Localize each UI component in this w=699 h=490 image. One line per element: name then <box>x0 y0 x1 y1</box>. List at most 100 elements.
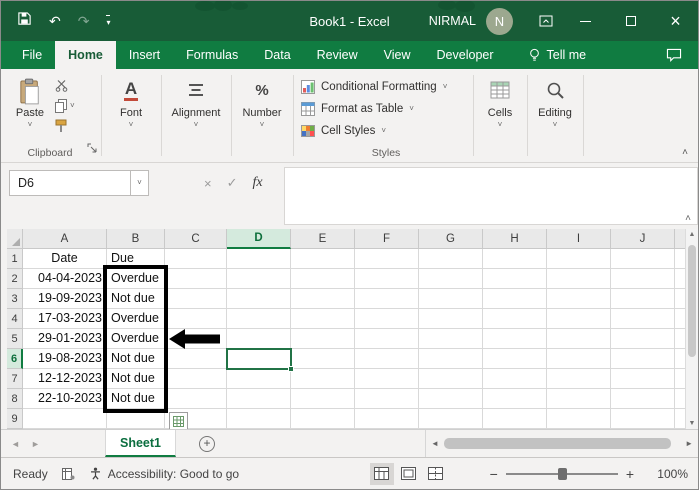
tab-formulas[interactable]: Formulas <box>173 41 251 69</box>
tab-data[interactable]: Data <box>251 41 303 69</box>
cell-a1[interactable]: Date <box>23 249 107 269</box>
zoom-in-button[interactable]: + <box>618 466 642 482</box>
cell[interactable] <box>291 309 355 329</box>
user-name[interactable]: NIRMAL <box>429 14 476 28</box>
scroll-up-icon[interactable]: ▲ <box>686 231 698 238</box>
font-group-button[interactable]: A Font ˅ <box>103 76 159 129</box>
cell[interactable] <box>547 249 611 269</box>
fill-handle[interactable] <box>288 366 294 372</box>
cell[interactable] <box>165 249 227 269</box>
tell-me-box[interactable]: Tell me <box>517 41 599 69</box>
cell[interactable] <box>483 289 547 309</box>
zoom-slider[interactable] <box>506 467 618 481</box>
cell[interactable] <box>227 409 291 429</box>
cells-group-button[interactable]: Cells ˅ <box>475 76 525 129</box>
cell-a5[interactable]: 29-01-2023 <box>23 329 107 349</box>
cell[interactable] <box>547 389 611 409</box>
ribbon-display-options-icon[interactable] <box>529 1 563 41</box>
collapse-ribbon-icon[interactable]: ˄ <box>682 147 688 158</box>
cell[interactable] <box>611 329 675 349</box>
column-header-c[interactable]: C <box>165 229 227 249</box>
new-sheet-button[interactable]: + <box>199 436 215 452</box>
cancel-icon[interactable]: × <box>204 176 212 191</box>
cut-button[interactable] <box>55 78 75 93</box>
cell[interactable] <box>419 369 483 389</box>
cell[interactable] <box>227 249 291 269</box>
cell-a6[interactable]: 19-08-2023 <box>23 349 107 369</box>
row-number[interactable]: 6 <box>7 349 23 369</box>
horizontal-scrollbar[interactable]: ◄ ► <box>425 430 698 457</box>
cell[interactable] <box>291 409 355 429</box>
vertical-scrollbar[interactable]: ▲ ▼ <box>685 229 698 429</box>
column-header-g[interactable]: G <box>419 229 483 249</box>
cell[interactable] <box>611 349 675 369</box>
maximize-button[interactable] <box>608 1 653 41</box>
column-header-j[interactable]: J <box>611 229 675 249</box>
tab-home[interactable]: Home <box>55 41 116 69</box>
cell[interactable] <box>355 409 419 429</box>
cell[interactable] <box>227 269 291 289</box>
insert-function-button[interactable]: fx <box>253 175 263 191</box>
previous-sheet-icon[interactable]: ◄ <box>11 430 20 457</box>
cell-a3[interactable]: 19-09-2023 <box>23 289 107 309</box>
cell[interactable] <box>165 289 227 309</box>
tab-file[interactable]: File <box>9 41 55 69</box>
name-box-dropdown-icon[interactable]: ˅ <box>131 170 149 196</box>
row-number[interactable]: 4 <box>7 309 23 329</box>
close-button[interactable]: × <box>653 1 698 41</box>
zoom-level[interactable]: 100% <box>648 467 688 481</box>
sheet-tab-sheet1[interactable]: Sheet1 <box>105 430 176 457</box>
conditional-formatting-button[interactable]: Conditional Formatting ˅ <box>301 76 471 98</box>
cell[interactable] <box>355 249 419 269</box>
cell[interactable] <box>165 369 227 389</box>
cell[interactable] <box>291 249 355 269</box>
cell[interactable] <box>611 289 675 309</box>
column-header-a[interactable]: A <box>23 229 107 249</box>
scroll-left-icon[interactable]: ◄ <box>426 439 444 448</box>
minimize-button[interactable] <box>563 1 608 41</box>
cell[interactable] <box>419 329 483 349</box>
cell[interactable] <box>355 309 419 329</box>
cell[interactable] <box>547 409 611 429</box>
cell[interactable] <box>547 309 611 329</box>
cell[interactable] <box>355 289 419 309</box>
cell[interactable] <box>227 309 291 329</box>
column-header-d[interactable]: D <box>227 229 291 249</box>
cell[interactable] <box>483 269 547 289</box>
cell-a2[interactable]: 04-04-2023 <box>23 269 107 289</box>
cell-a7[interactable]: 12-12-2023 <box>23 369 107 389</box>
selected-cell-outline[interactable] <box>226 348 292 370</box>
cell[interactable] <box>291 289 355 309</box>
cell[interactable] <box>165 349 227 369</box>
cell[interactable] <box>483 349 547 369</box>
cell[interactable] <box>611 249 675 269</box>
cell[interactable] <box>611 309 675 329</box>
next-sheet-icon[interactable]: ► <box>31 430 40 457</box>
clipboard-dialog-launcher-icon[interactable] <box>87 140 97 158</box>
number-group-button[interactable]: % Number ˅ <box>233 76 291 129</box>
cell[interactable] <box>483 329 547 349</box>
horizontal-scrollbar-thumb[interactable] <box>444 438 671 449</box>
cell[interactable] <box>419 289 483 309</box>
tab-developer[interactable]: Developer <box>424 41 507 69</box>
cell[interactable] <box>611 269 675 289</box>
column-header-f[interactable]: F <box>355 229 419 249</box>
comments-icon[interactable] <box>650 41 698 69</box>
cell[interactable] <box>227 369 291 389</box>
normal-view-button[interactable] <box>370 463 394 485</box>
alignment-group-button[interactable]: Alignment ˅ <box>163 76 229 129</box>
enter-check-icon[interactable]: ✓ <box>227 175 238 191</box>
tab-view[interactable]: View <box>371 41 424 69</box>
vertical-scrollbar-thumb[interactable] <box>688 245 696 357</box>
row-number[interactable]: 8 <box>7 389 23 409</box>
cell[interactable] <box>483 309 547 329</box>
cell[interactable] <box>547 329 611 349</box>
cell[interactable] <box>355 369 419 389</box>
cell[interactable] <box>355 269 419 289</box>
page-layout-view-button[interactable] <box>397 463 421 485</box>
page-break-view-button[interactable] <box>424 463 448 485</box>
cell[interactable] <box>227 389 291 409</box>
cell-a8[interactable]: 22-10-2023 <box>23 389 107 409</box>
cell[interactable] <box>611 409 675 429</box>
cell[interactable] <box>419 269 483 289</box>
